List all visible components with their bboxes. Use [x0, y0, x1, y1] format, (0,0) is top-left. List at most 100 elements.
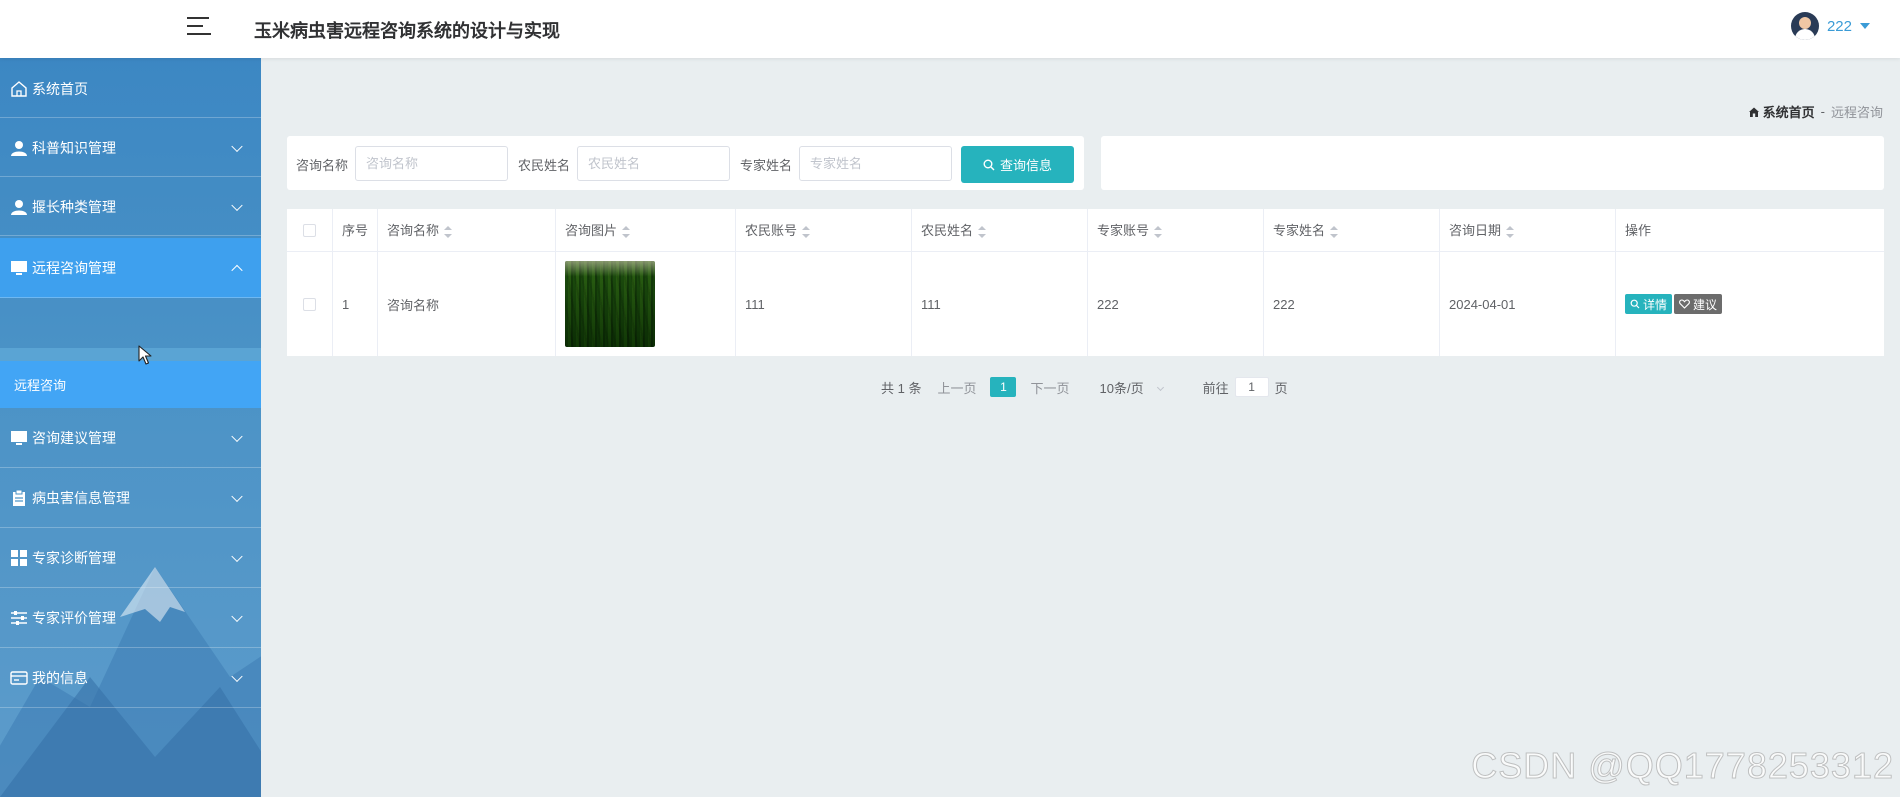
chevron-up-icon — [231, 264, 243, 276]
chevron-down-icon — [231, 610, 243, 622]
cell-farmer-name: 111 — [912, 252, 1088, 356]
breadcrumb-home-label: 系统首页 — [1762, 105, 1815, 120]
sidebar-item-label: 专家诊断管理 — [32, 549, 116, 566]
cell-consult-name: 咨询名称 — [378, 252, 556, 356]
sliders-icon — [9, 608, 29, 628]
sidebar: 系统首页 科普知识管理 揠长种类管理 远程咨询管理 远程咨询 咨询建议管理 病虫… — [0, 58, 261, 797]
sidebar-item-remote-consult[interactable]: 远程咨询管理 — [0, 238, 261, 298]
search-icon — [983, 159, 995, 170]
mouse-cursor-icon — [138, 345, 152, 365]
goto-suffix: 页 — [1274, 380, 1288, 396]
chevron-down-icon — [231, 199, 243, 211]
row-select-cell — [287, 252, 333, 356]
breadcrumb: 系统首页 - 远程咨询 — [1748, 102, 1883, 121]
goto-page: 前往 页 — [1203, 377, 1288, 397]
farmer-name-label: 农民姓名 — [518, 158, 571, 173]
sidebar-item-label: 揠长种类管理 — [32, 198, 116, 215]
breadcrumb-home[interactable]: 系统首页 — [1748, 102, 1815, 121]
caret-down-icon[interactable] — [1860, 23, 1870, 29]
consult-image-corn-field[interactable] — [565, 261, 655, 347]
breadcrumb-separator: - — [1820, 104, 1825, 119]
table-header[interactable]: 专家姓名 — [1264, 209, 1440, 252]
sort-icon[interactable] — [622, 225, 631, 238]
detail-button[interactable]: 详情 — [1625, 294, 1673, 314]
pagination: 共 1 条 上一页 1 下一页 10条/页 前往 页 — [881, 376, 1288, 398]
sidebar-subitem-remote-consult[interactable]: 远程咨询 — [0, 348, 261, 408]
next-page-button[interactable]: 下一页 — [1030, 378, 1069, 397]
sidebar-item-label: 我的信息 — [32, 669, 88, 686]
sidebar-item-my-info[interactable]: 我的信息 — [0, 648, 261, 708]
search-bar: 咨询名称 农民姓名 专家姓名 查询信息 — [287, 136, 1084, 190]
breadcrumb-current: 远程咨询 — [1830, 105, 1883, 120]
goto-page-input[interactable] — [1234, 377, 1269, 397]
username[interactable]: 222 — [1827, 18, 1852, 35]
pagination-total: 共 1 条 — [881, 380, 922, 396]
chevron-down-icon — [231, 430, 243, 442]
farmer-name-input[interactable] — [577, 146, 730, 181]
sidebar-item-species[interactable]: 揠长种类管理 — [0, 178, 261, 236]
page-number-button[interactable]: 1 — [990, 377, 1017, 397]
sidebar-item-label: 专家评价管理 — [32, 609, 116, 626]
sidebar-item-label: 科普知识管理 — [32, 139, 116, 156]
table-header: 序号 — [333, 209, 378, 252]
menu-toggle-icon[interactable] — [187, 15, 213, 37]
app-title: 玉米病虫害远程咨询系统的设计与实现 — [254, 21, 560, 41]
sort-icon[interactable] — [444, 225, 453, 238]
expert-name-input[interactable] — [799, 146, 952, 181]
chevron-down-icon — [231, 670, 243, 682]
grid-icon — [9, 548, 29, 568]
table-header[interactable]: 咨询名称 — [378, 209, 556, 252]
table-header[interactable]: 农民姓名 — [912, 209, 1088, 252]
prev-page-button[interactable]: 上一页 — [937, 378, 976, 397]
consult-name-input[interactable] — [355, 146, 508, 181]
sort-icon[interactable] — [1330, 225, 1339, 238]
table-header[interactable]: 咨询图片 — [556, 209, 736, 252]
table-header-select — [287, 209, 333, 252]
suggest-button[interactable]: 建议 — [1674, 294, 1723, 314]
card-icon — [9, 668, 29, 688]
chevron-down-icon — [231, 490, 243, 502]
select-all-checkbox[interactable] — [303, 223, 316, 237]
sidebar-item-label: 远程咨询管理 — [32, 259, 116, 276]
cell-expert-account: 222 — [1088, 252, 1264, 356]
search-button-label: 查询信息 — [999, 158, 1052, 173]
sidebar-item-label: 系统首页 — [32, 80, 88, 97]
goto-prefix: 前往 — [1202, 380, 1229, 396]
chevron-down-icon — [1156, 383, 1164, 391]
consult-table: 序号 咨询名称 咨询图片 农民账号 农民姓名 专家账号 专家姓名 咨询日期 操作… — [287, 209, 1884, 356]
sidebar-item-pest-info[interactable]: 病虫害信息管理 — [0, 468, 261, 528]
sort-icon[interactable] — [1154, 225, 1163, 238]
sidebar-item-home[interactable]: 系统首页 — [0, 60, 261, 118]
search-icon — [1630, 299, 1640, 309]
sort-icon[interactable] — [1506, 225, 1515, 238]
home-icon — [1748, 107, 1759, 117]
sidebar-item-label: 病虫害信息管理 — [32, 489, 130, 506]
clipboard-icon — [9, 488, 29, 508]
watermark: CSDN @QQ1778253312 — [1471, 745, 1894, 787]
row-checkbox[interactable] — [303, 297, 316, 311]
sidebar-item-expert-evaluation[interactable]: 专家评价管理 — [0, 588, 261, 648]
sidebar-item-consult-suggestion[interactable]: 咨询建议管理 — [0, 408, 261, 468]
monitor-icon — [9, 258, 29, 278]
top-header: 玉米病虫害远程咨询系统的设计与实现 222 — [0, 0, 1900, 58]
page-size-select[interactable]: 10条/页 — [1100, 378, 1164, 397]
sort-icon[interactable] — [802, 225, 811, 238]
sidebar-item-science-knowledge[interactable]: 科普知识管理 — [0, 119, 261, 177]
toolbar-panel — [1101, 136, 1884, 190]
sort-icon[interactable] — [978, 225, 987, 238]
avatar[interactable] — [1790, 12, 1819, 40]
home-icon — [9, 79, 29, 99]
cell-expert-name: 222 — [1264, 252, 1440, 356]
heart-icon — [1679, 299, 1690, 309]
table-header[interactable]: 专家账号 — [1088, 209, 1264, 252]
table-header[interactable]: 咨询日期 — [1440, 209, 1616, 252]
user-menu[interactable]: 222 — [1790, 12, 1870, 40]
table-header[interactable]: 农民账号 — [736, 209, 912, 252]
search-button[interactable]: 查询信息 — [961, 146, 1074, 183]
cell-farmer-account: 111 — [736, 252, 912, 356]
cell-consult-date: 2024-04-01 — [1440, 252, 1616, 356]
table-header: 操作 — [1616, 209, 1884, 252]
sidebar-subitem-label: 远程咨询 — [14, 378, 67, 393]
sidebar-item-expert-diagnosis[interactable]: 专家诊断管理 — [0, 528, 261, 588]
consult-name-label: 咨询名称 — [296, 158, 349, 173]
